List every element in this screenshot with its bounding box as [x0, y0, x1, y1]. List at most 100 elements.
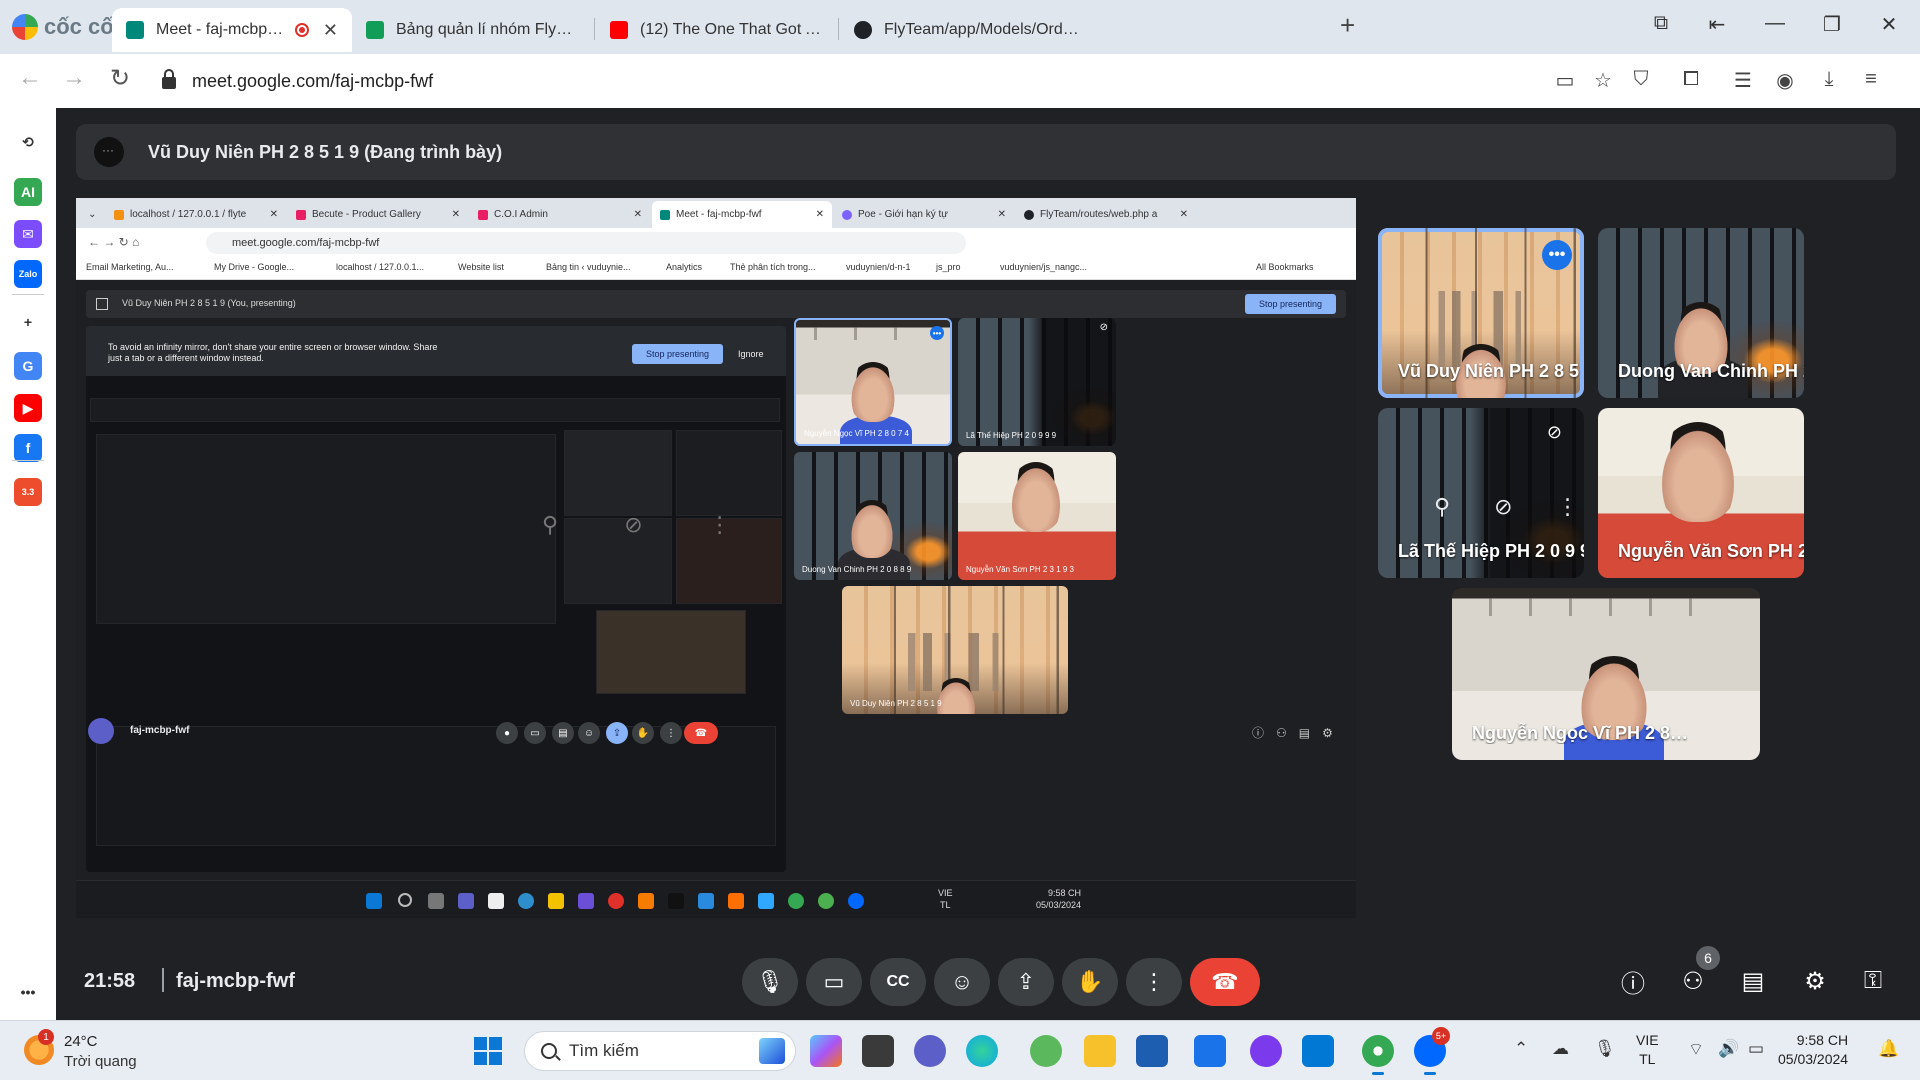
- extensions-icon[interactable]: ⧠: [1678, 68, 1704, 91]
- end-call-button[interactable]: ☎: [1190, 958, 1260, 1006]
- coccoc-running-icon[interactable]: [1362, 1035, 1394, 1075]
- camera-button[interactable]: ▭: [806, 958, 862, 1006]
- reload-button[interactable]: ↻: [104, 64, 136, 93]
- store-icon[interactable]: [1136, 1035, 1168, 1067]
- battery-icon[interactable]: ▭: [1748, 1039, 1764, 1059]
- messenger-icon[interactable]: ✉: [14, 220, 42, 248]
- back-arrow-icon[interactable]: ⇤: [1702, 12, 1732, 37]
- camera-permission-icon[interactable]: ▭: [1552, 68, 1578, 93]
- close-icon: ✕: [997, 209, 1006, 220]
- shared-search-icon: [398, 893, 412, 907]
- coccoc-logo[interactable]: cốc cốc: [12, 10, 126, 44]
- shared-stop-presenting-button: Stop presenting: [1244, 294, 1336, 314]
- file-explorer-icon[interactable]: [1084, 1035, 1116, 1067]
- pin-icon[interactable]: ⚲: [1434, 494, 1450, 520]
- add-icon[interactable]: +: [14, 308, 42, 336]
- address-bar[interactable]: meet.google.com/faj-mcbp-fwf: [152, 62, 1552, 100]
- shield-icon[interactable]: ⛉: [1628, 68, 1654, 91]
- address-toolbar: ← → ↻ meet.google.com/faj-mcbp-fwf ▭ ☆ ⛉…: [0, 54, 1920, 108]
- shared-hand-icon: ✋: [632, 722, 654, 744]
- vscode-icon[interactable]: [1302, 1035, 1334, 1067]
- copilot-icon[interactable]: [810, 1035, 842, 1067]
- meeting-info-button[interactable]: ⓘ: [1616, 964, 1650, 998]
- tab-title: FlyTeam/app/Models/Order.php a: [884, 21, 1084, 38]
- bookmark-item: Email Marketing, Au...: [86, 262, 174, 272]
- onedrive-icon[interactable]: ☁: [1552, 1039, 1569, 1059]
- forward-button[interactable]: →: [58, 64, 90, 92]
- more-options-button[interactable]: ⋮: [1126, 958, 1182, 1006]
- shared-app-icon: [668, 893, 684, 909]
- microphone-button[interactable]: 🎙: [742, 958, 798, 1006]
- sidebar-more-icon[interactable]: •••: [14, 978, 42, 1006]
- close-window-button[interactable]: ✕: [1874, 12, 1904, 37]
- volume-icon[interactable]: 🔊: [1718, 1039, 1739, 1059]
- back-button[interactable]: ←: [14, 64, 46, 92]
- tile-more-icon[interactable]: ⋮: [1557, 494, 1579, 520]
- weather-temperature[interactable]: 24°C: [64, 1033, 98, 1050]
- mail-icon[interactable]: [1194, 1035, 1226, 1067]
- new-tab-button[interactable]: +: [1340, 10, 1355, 41]
- wifi-icon[interactable]: ⌔: [1688, 1039, 1704, 1060]
- profile-icon[interactable]: ◉: [1772, 68, 1798, 93]
- youtube-icon[interactable]: ▶: [14, 394, 42, 422]
- history-icon[interactable]: ⟲: [14, 128, 42, 156]
- mute-icon[interactable]: ⊘: [1494, 494, 1512, 520]
- bookmark-item: vuduynien/js_nangc...: [1000, 262, 1088, 272]
- more-options-icon[interactable]: •••: [1542, 240, 1572, 270]
- face: [1656, 422, 1740, 522]
- weather-description[interactable]: Trời quang: [64, 1053, 137, 1070]
- menu-icon[interactable]: ≡: [1858, 68, 1884, 91]
- edge-icon[interactable]: [966, 1035, 998, 1067]
- loft-rail: [814, 327, 932, 340]
- participant-name: Vũ Duy Niên PH 2 8 5 1 9: [1398, 361, 1584, 381]
- emoji-button[interactable]: ☺: [934, 958, 990, 1006]
- language-indicator[interactable]: VIE TL: [1636, 1031, 1659, 1069]
- bookmark-star-icon[interactable]: ☆: [1590, 68, 1616, 93]
- restore-button[interactable]: ❐: [1817, 12, 1847, 37]
- participant-tile-nguyen-van-son[interactable]: Nguyễn Văn Sơn PH 2 3 ...: [1598, 408, 1804, 578]
- zalo-icon[interactable]: Zalo: [14, 260, 42, 288]
- raise-hand-button[interactable]: ✋: [1062, 958, 1118, 1006]
- shared-screen[interactable]: ⌄ localhost / 127.0.0.1 / flyte ✕ Becute …: [76, 198, 1356, 918]
- shared-nav-icons: ← → ↻ ⌂: [88, 235, 140, 249]
- host-controls-button[interactable]: ⚿: [1856, 964, 1890, 998]
- participant-tile-duong-van-chinh[interactable]: Duong Van Chinh PH 2 0...: [1598, 228, 1804, 398]
- present-button[interactable]: ⇪: [998, 958, 1054, 1006]
- coccoc-taskbar-icon[interactable]: [1030, 1035, 1062, 1067]
- tab-sheets[interactable]: Bảng quản lí nhóm FlyTeam - Goo: [352, 8, 592, 52]
- microphone-tray-icon[interactable]: 🎙: [1594, 1039, 1616, 1059]
- teams-icon[interactable]: [914, 1035, 946, 1067]
- shared-tab-title: localhost / 127.0.0.1 / flyte: [130, 209, 247, 220]
- translate-icon[interactable]: G: [14, 352, 42, 380]
- tile-hover-actions: ⚲ ⊘ ⋮: [1434, 494, 1579, 520]
- tab-github[interactable]: FlyTeam/app/Models/Order.php a: [840, 8, 1320, 52]
- close-tab-icon[interactable]: ✕: [323, 20, 338, 41]
- participant-tile-nguyen-ngoc-vi[interactable]: Nguyễn Ngọc Vĩ PH 2 8 0 7 4: [1452, 588, 1760, 760]
- minimize-button[interactable]: —: [1760, 12, 1790, 35]
- facebook-icon[interactable]: f: [14, 434, 42, 462]
- app-icon[interactable]: [1250, 1035, 1282, 1067]
- ai-icon[interactable]: AI: [14, 178, 42, 206]
- reading-list-icon[interactable]: ☰: [1730, 68, 1756, 93]
- taskbar-search[interactable]: Tìm kiếm: [524, 1031, 796, 1071]
- participant-tile-la-the-hiep[interactable]: ⊘ ⚲ ⊘ ⋮ Lã Thế Hiệp PH 2 0 9 9 9: [1378, 408, 1584, 578]
- notification-bell-icon[interactable]: 🔔: [1878, 1039, 1899, 1059]
- captions-button[interactable]: CC: [870, 958, 926, 1006]
- cast-icon[interactable]: ⧉: [1646, 12, 1676, 35]
- chat-button[interactable]: ▤: [1736, 964, 1770, 998]
- all-bookmarks: All Bookmarks: [1256, 262, 1314, 272]
- system-clock[interactable]: 9:58 CH 05/03/2024: [1778, 1031, 1848, 1069]
- lock-icon: [162, 69, 176, 89]
- tab-youtube[interactable]: (12) The One That Got Away (Lyric: [596, 8, 836, 52]
- shared-app-icon: [788, 893, 804, 909]
- github-favicon-icon: [854, 21, 872, 39]
- participant-tile-vu-duy-nien[interactable]: ••• Vũ Duy Niên PH 2 8 5 1 9: [1378, 228, 1584, 398]
- shopee-icon[interactable]: 3.3: [14, 478, 42, 506]
- start-button[interactable]: [474, 1037, 502, 1065]
- task-view-icon[interactable]: [862, 1035, 894, 1067]
- tab-meet[interactable]: Meet - faj-mcbp-fwf ✕: [112, 8, 352, 52]
- meet-stage: Vũ Duy Niên PH 2 8 5 1 9 (Đang trình bày…: [56, 108, 1920, 1020]
- show-hidden-icons[interactable]: ⌃: [1514, 1039, 1528, 1059]
- activities-button[interactable]: ⚙: [1798, 964, 1832, 998]
- download-icon[interactable]: ⤓: [1816, 68, 1842, 91]
